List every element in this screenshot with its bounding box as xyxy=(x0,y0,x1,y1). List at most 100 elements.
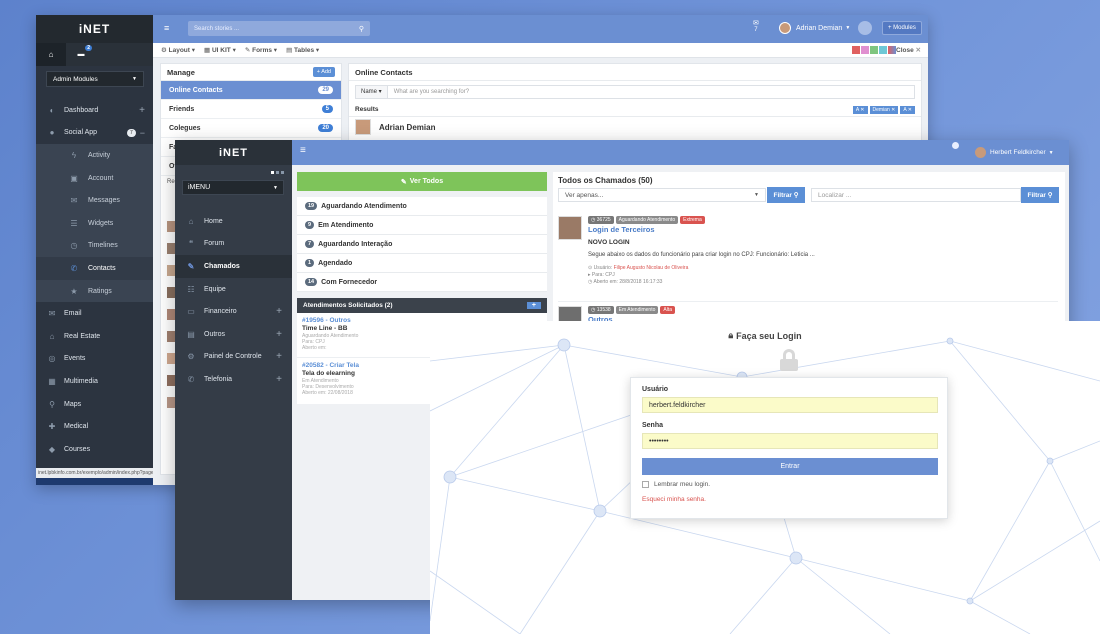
manage-title: Manage xyxy=(167,67,195,77)
sub-messages[interactable]: ✉ Messages xyxy=(36,189,153,212)
nav-events[interactable]: ◎ Events xyxy=(36,348,153,371)
online-contacts-title: Online Contacts xyxy=(349,64,921,81)
sub-widgets[interactable]: ☰ Widgets xyxy=(36,211,153,235)
result-tag[interactable]: A ✕ xyxy=(852,105,868,114)
expand-icon[interactable]: + xyxy=(276,329,282,340)
dot xyxy=(271,170,274,174)
swatch-green[interactable] xyxy=(870,46,878,54)
nav-email[interactable]: ✉ Email xyxy=(36,302,153,325)
sub-label: Account xyxy=(88,174,114,182)
status-item[interactable]: 9 Em Atendimento xyxy=(297,216,547,235)
globe-icon[interactable] xyxy=(952,142,959,149)
nav-real-estate[interactable]: ⌂ Real Estate xyxy=(36,325,153,348)
view-all-button[interactable]: ✎ Ver Todos xyxy=(297,172,547,191)
swatch-cyan[interactable] xyxy=(879,46,887,54)
sub-ratings[interactable]: ★ Ratings xyxy=(36,279,153,303)
ticket-user[interactable]: Filipe Augusto Nicolau de Oliveira xyxy=(614,265,689,271)
nav-equipe[interactable]: ☷ Equipe xyxy=(175,278,292,301)
menu-toggle-icon[interactable]: ≡ xyxy=(300,145,306,156)
nav-forum[interactable]: ❝ Forum xyxy=(175,233,292,256)
password-input[interactable]: •••••••• xyxy=(642,433,938,449)
search-icon[interactable]: ⚲ xyxy=(359,25,364,33)
locate-input[interactable]: Localizar ... xyxy=(811,188,1021,202)
status-item[interactable]: 7 Aguardando Interação xyxy=(297,235,547,254)
collapse-icon[interactable]: − xyxy=(140,128,145,138)
nav-multimedia[interactable]: ▦ Multimedia xyxy=(36,370,153,393)
status-item[interactable]: 19 Aguardando Atendimento xyxy=(297,197,547,216)
crumb-forms[interactable]: ✎ Forms ▾ xyxy=(245,46,277,54)
imenu-select[interactable]: iMENU ▼ xyxy=(182,180,284,195)
status-count: 14 xyxy=(305,278,318,286)
nav-label: Email xyxy=(64,310,82,318)
menu-toggle-icon[interactable]: ≡ xyxy=(164,23,169,33)
account-icon: ▣ xyxy=(70,173,78,183)
add-button[interactable]: + Add xyxy=(312,67,335,77)
expand-icon[interactable]: + xyxy=(276,351,282,362)
sub-account[interactable]: ▣ Account xyxy=(36,166,153,190)
filter-button[interactable]: Filtrar ⚲ xyxy=(767,187,805,203)
sub-contacts[interactable]: ✆ Contacts xyxy=(36,257,153,280)
crumb-layout[interactable]: ⚙ Layout ▾ xyxy=(161,46,195,54)
pencil-icon: ✎ xyxy=(400,178,407,186)
filter-button-2[interactable]: Filtrar ⚲ xyxy=(1021,187,1059,203)
sub-timelines[interactable]: ◷ Timelines xyxy=(36,234,153,258)
ticket-title[interactable]: Login de Terceiros xyxy=(588,225,655,234)
expand-icon[interactable]: + xyxy=(276,374,282,385)
theme-swatches[interactable] xyxy=(852,46,896,54)
status-item[interactable]: 1 Agendado xyxy=(297,254,547,273)
manage-item-friends[interactable]: Friends 5 xyxy=(161,100,341,119)
ticket-item[interactable]: ◷ 36725 Aguardando Atendimento Extrema Log… xyxy=(558,216,1058,302)
close-button[interactable]: Close ✕ xyxy=(896,46,921,54)
home-icon[interactable]: ⌂ xyxy=(36,43,66,66)
nav-dashboard[interactable]: ◐ Dashboard + xyxy=(36,99,153,122)
crumb-uikit[interactable]: ▦ UI KIT ▾ xyxy=(204,46,236,54)
nav-financeiro[interactable]: ▭ Financeiro + xyxy=(175,300,292,323)
name-filter-dropdown[interactable]: Name ▾ xyxy=(356,86,388,98)
nav-courses[interactable]: ◆ Courses xyxy=(36,438,153,461)
view-only-select[interactable]: Ver apenas... ▼ xyxy=(558,188,766,202)
notifications[interactable]: ✉ 7 xyxy=(753,19,759,33)
admin-modules-select[interactable]: Admin Modules ▼ xyxy=(46,71,144,87)
sub-label: Messages xyxy=(88,197,120,205)
add-request-button[interactable]: + xyxy=(526,302,541,309)
status-icon[interactable] xyxy=(858,21,873,35)
manage-item-colegues[interactable]: Colegues 20 xyxy=(161,119,341,138)
result-tag[interactable]: Demian ✕ xyxy=(869,105,899,114)
user-menu[interactable]: Herbert Feldkircher ▼ xyxy=(975,147,1054,158)
result-tag[interactable]: A ✕ xyxy=(900,105,915,114)
nav-chamados[interactable]: ✎ Chamados xyxy=(175,255,292,278)
nav-painel[interactable]: ⚙ Painel de Controle + xyxy=(175,346,292,369)
login-button[interactable]: Entrar xyxy=(642,458,938,475)
manage-item-count: 20 xyxy=(318,124,333,132)
user-menu[interactable]: Adrian Demian ▼ xyxy=(779,21,873,35)
phone-icon: ✆ xyxy=(70,263,78,273)
nav-maps[interactable]: ⚲ Maps xyxy=(36,393,153,416)
contacts-search-input[interactable]: What are you searching for? xyxy=(388,89,475,95)
remember-checkbox[interactable] xyxy=(642,481,649,488)
status-label: Com Fornecedor xyxy=(321,278,378,286)
breadcrumb-list: ⚙ Layout ▾ ▦ UI KIT ▾ ✎ Forms ▾ ▤ Tables… xyxy=(161,46,319,54)
real-estate-icon: ⌂ xyxy=(49,331,55,341)
swatch-pink[interactable] xyxy=(861,46,869,54)
contact-row[interactable]: Adrian Demian xyxy=(349,117,921,137)
forgot-password-link[interactable]: Esqueci minha senha. xyxy=(642,496,706,503)
search-box[interactable]: Search stories ... ⚲ xyxy=(188,21,370,36)
results-bar: Results A ✕ Demian ✕ A ✕ xyxy=(349,103,921,117)
swatch-multi[interactable] xyxy=(888,46,896,54)
expand-icon[interactable]: + xyxy=(276,306,282,317)
manage-item-online-contacts[interactable]: Online Contacts 29 xyxy=(161,81,341,100)
inbox-icon[interactable]: ▬ 2 xyxy=(66,43,96,66)
status-item[interactable]: 14 Com Fornecedor xyxy=(297,273,547,292)
nav-outros[interactable]: ▤ Outros + xyxy=(175,323,292,346)
username-input[interactable]: herbert.feldkircher xyxy=(642,397,938,413)
modules-button[interactable]: + Modules xyxy=(882,21,922,35)
crumb-tables[interactable]: ▤ Tables ▾ xyxy=(286,46,319,54)
nav-social-app[interactable]: ● Social App 7− xyxy=(36,122,153,145)
sub-activity[interactable]: ϟ Activity xyxy=(36,144,153,167)
expand-icon[interactable]: + xyxy=(139,105,145,116)
nav-home[interactable]: ⌂ Home xyxy=(175,210,292,233)
nav-telefonia[interactable]: ✆ Telefonia + xyxy=(175,368,292,391)
name-filter-label: Name xyxy=(361,89,378,95)
nav-medical[interactable]: ✚ Medical xyxy=(36,415,153,438)
swatch-red[interactable] xyxy=(852,46,860,54)
